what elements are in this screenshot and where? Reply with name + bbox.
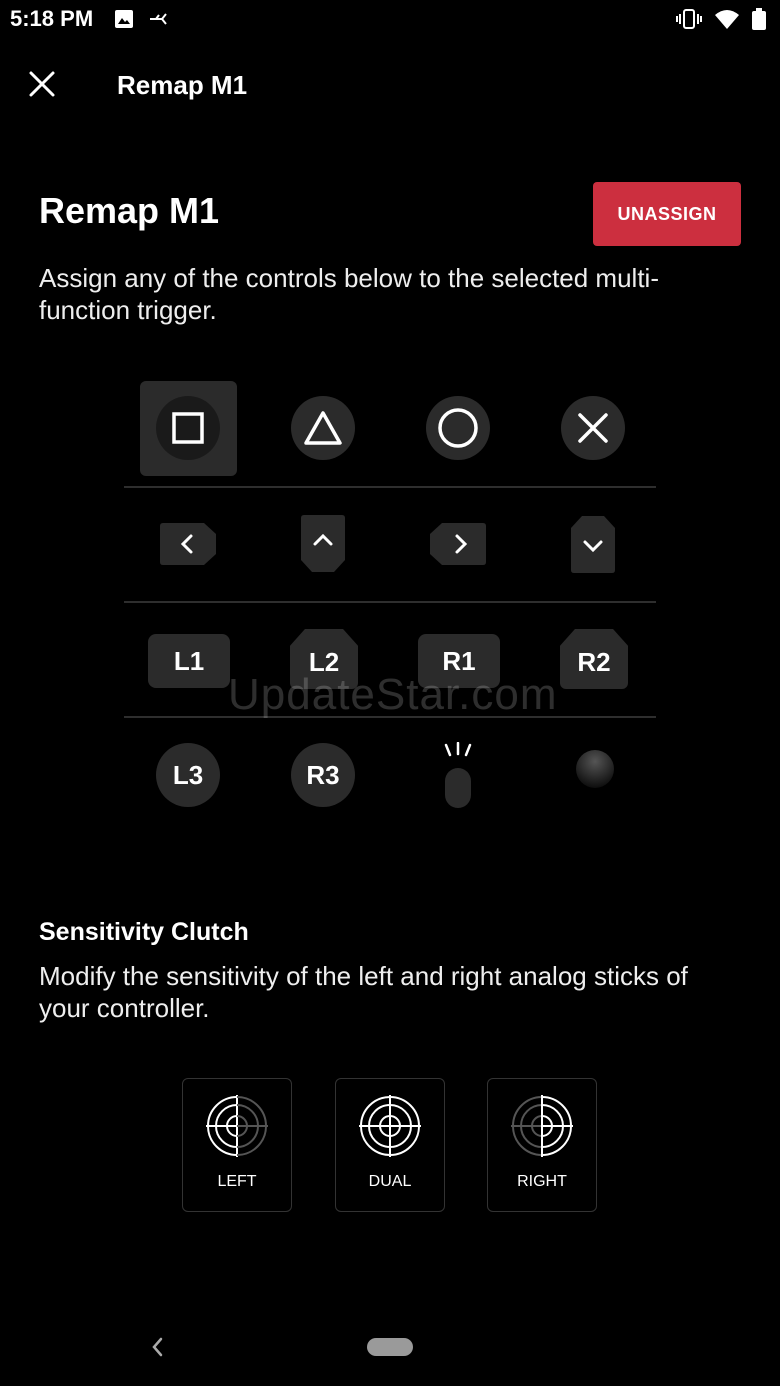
dpad-up-icon (301, 515, 345, 572)
divider (124, 601, 656, 603)
ps-button-icon (576, 750, 614, 788)
divider (124, 486, 656, 488)
sensitivity-left-option[interactable]: LEFT (182, 1078, 292, 1212)
unassign-button[interactable]: UNASSIGN (593, 182, 741, 246)
sensitivity-title: Sensitivity Clutch (39, 918, 249, 946)
vibrate-icon (676, 9, 702, 29)
sensitivity-description: Modify the sensitivity of the left and r… (39, 961, 688, 1023)
close-button[interactable] (24, 66, 60, 102)
r3-label: R3 (306, 759, 340, 790)
square-button[interactable] (156, 396, 220, 460)
dpad-down-button[interactable] (570, 514, 616, 574)
crosshair-dual-icon (359, 1095, 421, 1157)
close-icon (29, 71, 55, 97)
usb-debug-icon (148, 9, 172, 34)
cross-button[interactable] (561, 396, 625, 460)
page-title: Remap M1 (39, 190, 220, 231)
r2-button[interactable]: R2 (560, 629, 628, 689)
status-icons (676, 8, 766, 30)
circle-button[interactable] (426, 396, 490, 460)
r3-button[interactable]: R3 (291, 743, 355, 807)
triangle-icon (304, 411, 342, 445)
cross-icon (578, 413, 608, 443)
sensitivity-right-label: RIGHT (517, 1173, 567, 1190)
sensitivity-dual-option[interactable]: DUAL (335, 1078, 445, 1212)
nav-home-pill[interactable] (367, 1338, 413, 1356)
dpad-left-icon (160, 523, 216, 565)
dpad-left-button[interactable] (158, 522, 218, 566)
r2-label: R2 (577, 646, 611, 677)
status-time: 5:18 PM (10, 6, 94, 31)
touchpad-button[interactable] (440, 742, 476, 810)
l1-label: L1 (173, 645, 205, 676)
l3-label: L3 (172, 759, 204, 790)
nav-back-button[interactable] (148, 1334, 168, 1365)
dpad-right-icon (430, 523, 486, 565)
l3-button[interactable]: L3 (156, 743, 220, 807)
square-icon (172, 412, 204, 444)
dpad-right-button[interactable] (428, 522, 488, 566)
nav-back-icon (152, 1337, 163, 1357)
dpad-down-icon (571, 516, 615, 573)
appbar-title: Remap M1 (117, 70, 248, 100)
l1-button[interactable]: L1 (148, 634, 230, 688)
touchpad-icon (444, 742, 472, 808)
sensitivity-dual-label: DUAL (368, 1173, 412, 1190)
crosshair-right-icon (511, 1095, 573, 1157)
image-icon (114, 9, 134, 34)
sensitivity-right-option[interactable]: RIGHT (487, 1078, 597, 1212)
sensitivity-left-label: LEFT (217, 1173, 257, 1190)
circle-icon (438, 408, 478, 448)
wifi-icon (715, 10, 739, 29)
battery-icon (752, 8, 766, 30)
remap-description: Assign any of the controls below to the … (39, 263, 659, 325)
crosshair-left-icon (206, 1095, 268, 1157)
dpad-up-button[interactable] (300, 514, 346, 574)
watermark: UpdateStar.com (228, 670, 558, 719)
ps-button[interactable] (574, 748, 616, 790)
triangle-button[interactable] (291, 396, 355, 460)
